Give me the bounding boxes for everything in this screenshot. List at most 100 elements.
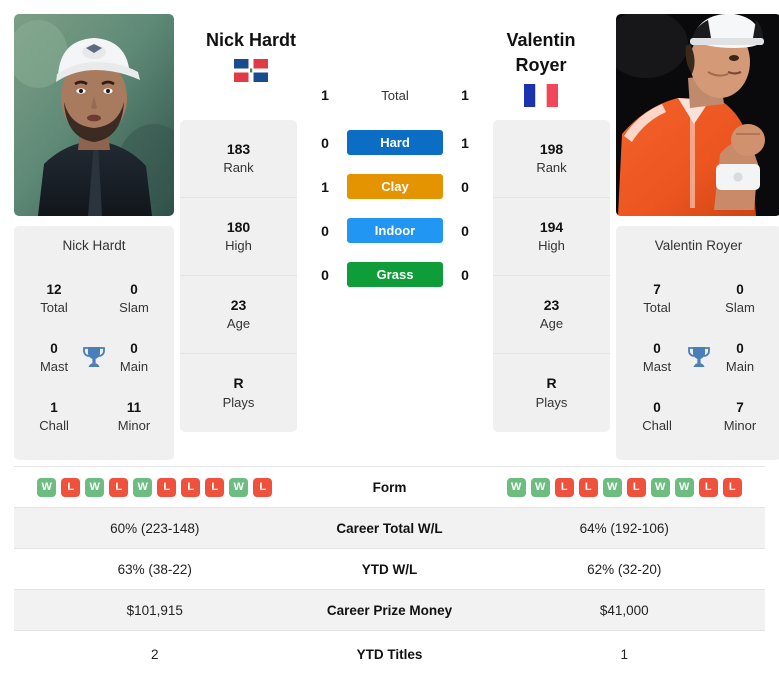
form-badge-loss[interactable]: L	[698, 477, 718, 497]
titles-row-chall-minor: 0 Chall 7 Minor	[624, 399, 773, 435]
h2h-right-grass: 0	[461, 266, 469, 283]
left-stat-age: 23 Age	[180, 276, 297, 354]
form-badge-win[interactable]: W	[229, 477, 249, 497]
h2h-row-total: 1 Total 1	[303, 74, 487, 116]
titles-row-mast-main: 0 Mast 0 Main	[22, 340, 166, 376]
surface-badge-clay[interactable]: Clay	[347, 174, 443, 199]
table-row-ytd-titles: 2 YTD Titles 1	[14, 631, 765, 677]
form-badge-win[interactable]: W	[530, 477, 550, 497]
h2h-total-label: Total	[381, 87, 409, 103]
titles-mast: 0 Mast	[39, 340, 69, 374]
form-badge-loss[interactable]: L	[61, 477, 81, 497]
table-row-career-prize-money: $101,915 Career Prize Money $41,000	[14, 590, 765, 631]
right-career-total-wl: 64% (192-106)	[579, 520, 669, 536]
titles-total: 7 Total	[643, 281, 671, 315]
titles-main: 0 Main	[119, 340, 149, 374]
left-ytd-titles: 2	[150, 646, 159, 662]
right-stat-rank: 198 Rank	[493, 120, 610, 198]
h2h-left-total: 1	[321, 87, 329, 103]
left-stat-rank: 183 Rank	[180, 120, 297, 198]
trophy-icon	[684, 345, 713, 369]
right-stat-plays: R Plays	[535, 375, 568, 410]
form-badge-loss[interactable]: L	[626, 477, 646, 497]
form-badge-loss[interactable]: L	[109, 477, 129, 497]
head-to-head-column: 1 Total 1 0 Hard 1 1 Clay 0 0 Indoor 0 0…	[303, 14, 487, 306]
player-comparison-page: Nick Hardt 12 Total 0 Slam 0 Mast 0 Main…	[0, 0, 779, 699]
right-ytd-wl: 62% (32-20)	[587, 561, 662, 577]
left-player-name-header[interactable]: Nick Hardt	[176, 28, 326, 82]
table-row-form: WLWLWLLLWL Form WWLLWLWWLL	[14, 467, 765, 508]
form-badge-win[interactable]: W	[133, 477, 153, 497]
left-photo-caption: Nick Hardt	[62, 238, 126, 253]
left-form-strip: WLWLWLLLWL	[14, 477, 296, 497]
row-label-form: Form	[372, 479, 407, 495]
h2h-row-hard: 0 Hard 1	[303, 130, 487, 155]
form-badge-loss[interactable]: L	[722, 477, 742, 497]
left-player-photo[interactable]	[14, 14, 174, 216]
table-row-career-total-wl: 60% (223-148) Career Total W/L 64% (192-…	[14, 508, 765, 549]
h2h-left-indoor: 0	[321, 222, 329, 239]
right-photo-caption: Valentin Royer	[654, 238, 743, 253]
left-titles-card: Nick Hardt 12 Total 0 Slam 0 Mast 0 Main…	[14, 226, 174, 460]
form-badge-win[interactable]: W	[37, 477, 57, 497]
form-badge-win[interactable]: W	[85, 477, 105, 497]
h2h-right-indoor: 0	[461, 222, 469, 239]
left-career-prize-money: $101,915	[126, 602, 183, 618]
row-label-ytd-titles: YTD Titles	[356, 646, 423, 662]
right-stat-age: 23 Age	[493, 276, 610, 354]
row-label-career-total-wl: Career Total W/L	[336, 520, 443, 536]
titles-row-total-slam: 12 Total 0 Slam	[22, 281, 166, 317]
comparison-table: WLWLWLLLWL Form WWLLWLWWLL 60% (223-148)…	[14, 466, 765, 677]
h2h-row-indoor: 0 Indoor 0	[303, 218, 487, 243]
right-titles-card: Valentin Royer 7 Total 0 Slam 0 Mast 0 M…	[616, 226, 779, 460]
right-ytd-titles: 1	[620, 646, 628, 662]
right-player-name-header[interactable]: Valentin Royer	[466, 28, 616, 107]
titles-row-total-slam: 7 Total 0 Slam	[624, 281, 773, 317]
h2h-row-grass: 0 Grass 0	[303, 262, 487, 287]
titles-total: 12 Total	[40, 281, 68, 315]
h2h-left-grass: 0	[321, 266, 329, 283]
france-flag-icon	[524, 83, 558, 107]
dominican-republic-flag-icon	[234, 58, 268, 82]
left-ytd-wl: 63% (38-22)	[117, 561, 192, 577]
right-player-column: Valentin Royer 7 Total 0 Slam 0 Mast 0 M…	[616, 14, 779, 460]
h2h-left-hard: 0	[321, 134, 329, 151]
form-badge-loss[interactable]: L	[157, 477, 177, 497]
row-label-career-prize-money: Career Prize Money	[326, 602, 453, 618]
h2h-left-clay: 1	[321, 178, 329, 195]
left-career-total-wl: 60% (223-148)	[110, 520, 200, 536]
left-stat-plays: R Plays	[222, 375, 255, 410]
right-form-strip: WWLLWLWWLL	[484, 477, 766, 497]
surface-badge-hard[interactable]: Hard	[347, 130, 443, 155]
form-badge-loss[interactable]: L	[578, 477, 598, 497]
titles-main: 0 Main	[725, 340, 755, 374]
titles-mast: 0 Mast	[642, 340, 672, 374]
right-stat-high: 194 High	[493, 198, 610, 276]
titles-chall: 0 Chall	[642, 399, 672, 433]
form-badge-loss[interactable]: L	[554, 477, 574, 497]
form-badge-loss[interactable]: L	[205, 477, 225, 497]
titles-chall: 1 Chall	[39, 399, 69, 433]
form-badge-win[interactable]: W	[650, 477, 670, 497]
right-career-prize-money: $41,000	[599, 602, 649, 618]
surface-badge-grass[interactable]: Grass	[347, 262, 443, 287]
form-badge-win[interactable]: W	[506, 477, 526, 497]
right-player-photo[interactable]	[616, 14, 779, 216]
titles-row-mast-main: 0 Mast 0 Main	[624, 340, 773, 376]
form-badge-loss[interactable]: L	[181, 477, 201, 497]
left-player-column: Nick Hardt 12 Total 0 Slam 0 Mast 0 Main…	[14, 14, 174, 460]
form-badge-win[interactable]: W	[602, 477, 622, 497]
h2h-row-clay: 1 Clay 0	[303, 174, 487, 199]
form-badge-win[interactable]: W	[674, 477, 694, 497]
row-label-ytd-wl: YTD W/L	[361, 561, 418, 577]
surface-badge-indoor[interactable]: Indoor	[347, 218, 443, 243]
h2h-right-hard: 1	[461, 134, 469, 151]
titles-slam: 0 Slam	[119, 281, 149, 315]
form-badge-loss[interactable]: L	[253, 477, 273, 497]
h2h-right-clay: 0	[461, 178, 469, 195]
table-row-ytd-wl: 63% (38-22) YTD W/L 62% (32-20)	[14, 549, 765, 590]
titles-row-chall-minor: 1 Chall 11 Minor	[22, 399, 166, 435]
titles-slam: 0 Slam	[725, 281, 755, 315]
trophy-icon	[80, 345, 108, 369]
titles-minor: 11 Minor	[117, 399, 151, 433]
